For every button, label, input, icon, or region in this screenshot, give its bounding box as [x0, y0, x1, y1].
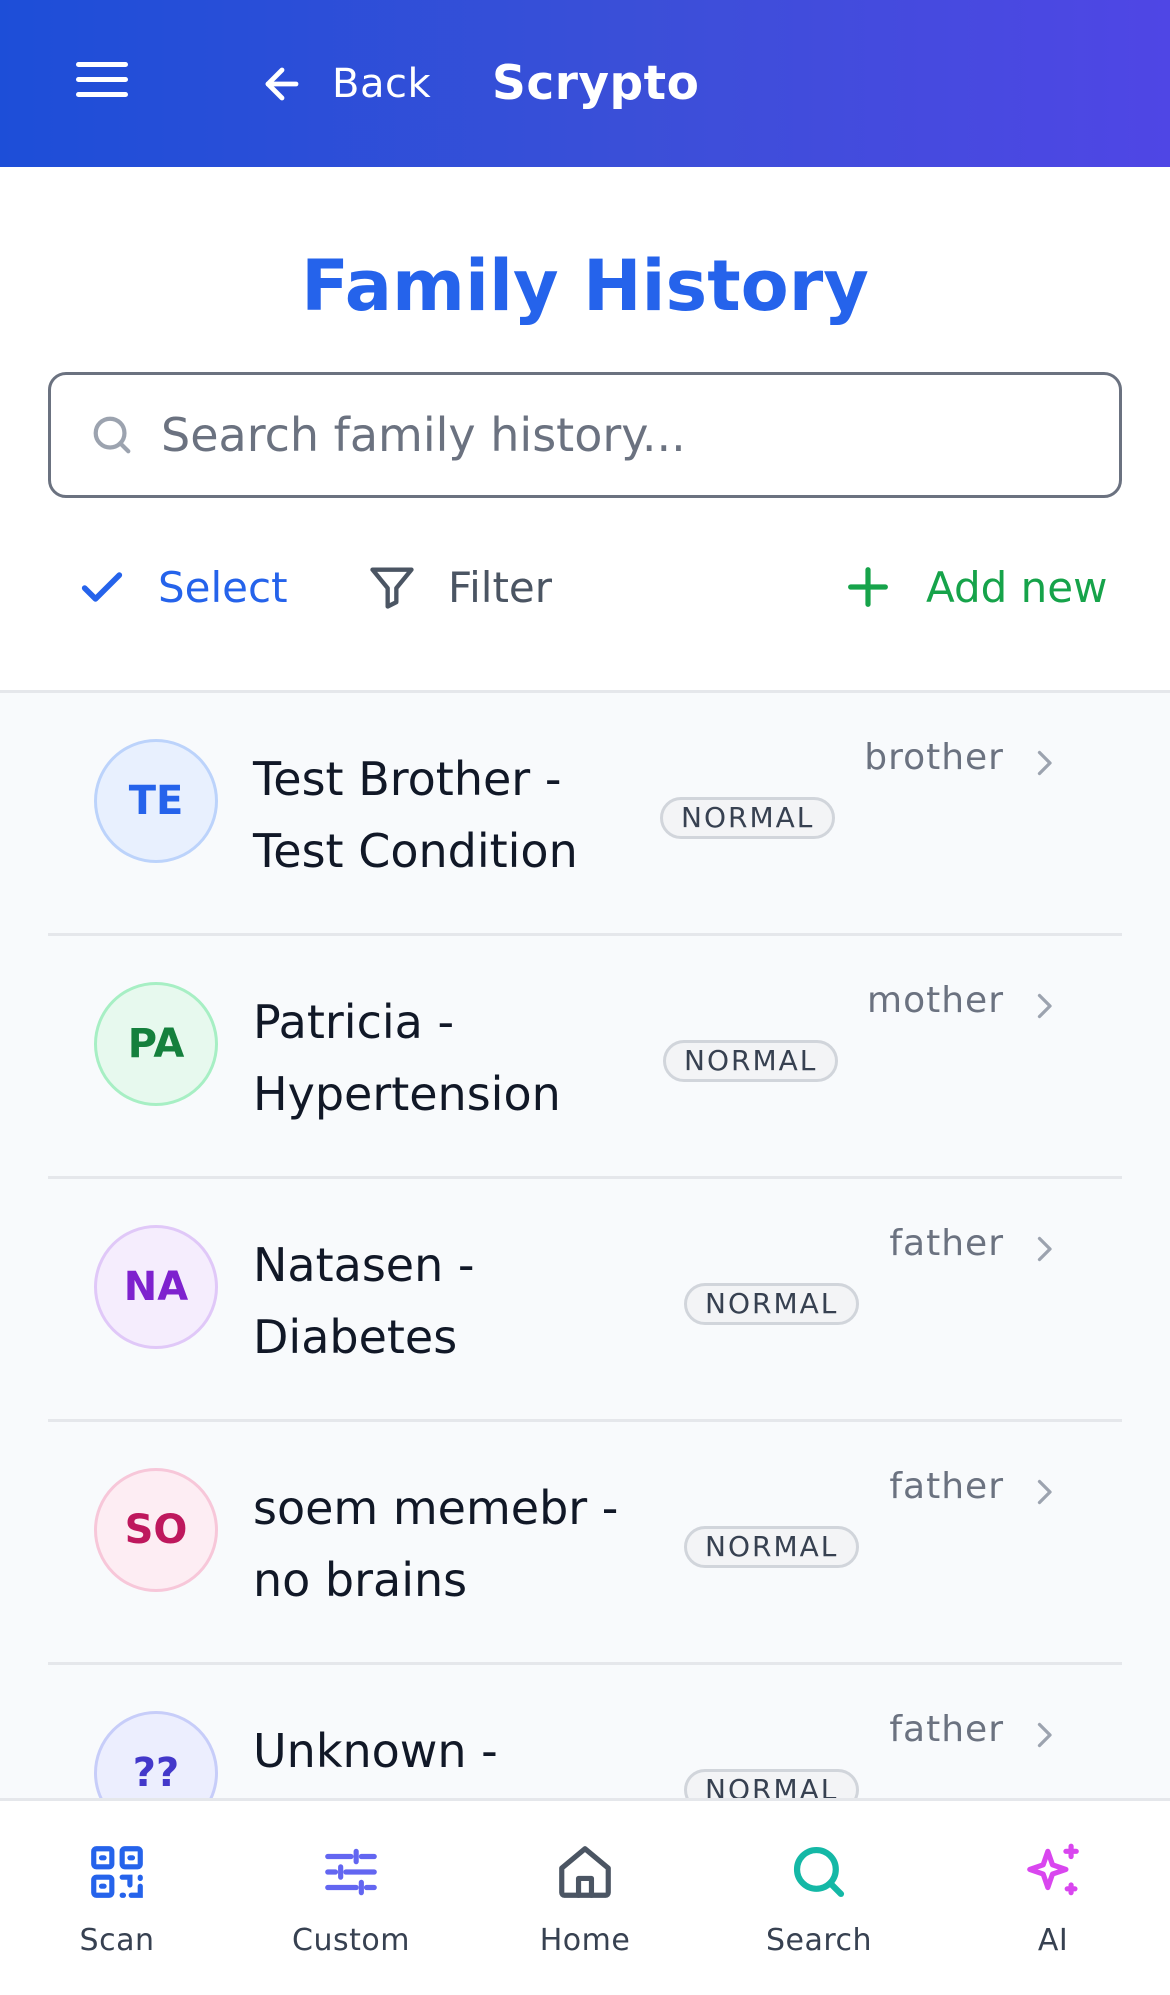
search-input[interactable]: [161, 408, 1061, 462]
nav-custom[interactable]: Custom: [234, 1801, 468, 1995]
select-button[interactable]: Select: [76, 552, 288, 622]
search-icon: [793, 1846, 845, 1898]
nav-label: AI: [1037, 1923, 1069, 1958]
entry-title: Test Brother - Test Condition: [253, 752, 578, 878]
sparkles-icon: [1027, 1843, 1079, 1896]
filter-label: Filter: [448, 562, 553, 612]
list-item[interactable]: TE Test Brother - Test Condition NORMAL …: [48, 693, 1122, 936]
filter-icon: [370, 567, 414, 609]
entry-title: Patricia - Hypertension: [253, 995, 561, 1121]
chevron-right-icon: [1037, 1479, 1052, 1505]
add-new-label: Add new: [926, 562, 1108, 612]
nav-label: Home: [539, 1923, 631, 1958]
nav-search[interactable]: Search: [702, 1801, 936, 1995]
search-field[interactable]: [48, 372, 1122, 498]
chevron-right-icon: [1037, 1236, 1052, 1262]
list-item[interactable]: NA Natasen - Diabetes NORMAL father: [48, 1179, 1122, 1422]
status-badge: NORMAL: [663, 1040, 839, 1082]
chevron-right-icon: [1037, 1722, 1052, 1748]
status-badge: NORMAL: [660, 797, 836, 839]
nav-label: Search: [765, 1923, 873, 1958]
bottom-nav: Scan Custom Home Search AI: [0, 1798, 1170, 1992]
plus-icon: [848, 567, 888, 607]
status-badge: NORMAL: [684, 1526, 860, 1568]
filter-button[interactable]: Filter: [366, 552, 552, 622]
entry-title: Natasen - Diabetes: [253, 1238, 475, 1364]
menu-icon[interactable]: [76, 62, 128, 106]
add-new-button[interactable]: Add new: [842, 552, 1107, 622]
chevron-right-icon: [1037, 750, 1052, 776]
select-label: Select: [158, 562, 288, 612]
relation-label: mother: [867, 980, 1004, 1021]
list-item[interactable]: SO soem memebr - no brains NORMAL father: [48, 1422, 1122, 1665]
nav-label: Scan: [79, 1923, 155, 1958]
avatar: PA: [94, 982, 218, 1106]
nav-scan[interactable]: Scan: [0, 1801, 234, 1995]
relation-label: father: [889, 1223, 1004, 1264]
family-history-list: TE Test Brother - Test Condition NORMAL …: [0, 690, 1170, 1990]
status-badge: NORMAL: [684, 1283, 860, 1325]
back-label: Back: [332, 61, 432, 107]
nav-label: Custom: [292, 1923, 410, 1958]
avatar: NA: [94, 1225, 218, 1349]
page-title: Family History: [301, 245, 869, 327]
entry-title: soem memebr - no brains: [253, 1481, 619, 1607]
check-icon: [81, 572, 123, 602]
list-item[interactable]: PA Patricia - Hypertension NORMAL mother: [48, 936, 1122, 1179]
back-button[interactable]: Back: [258, 52, 431, 116]
avatar: SO: [94, 1468, 218, 1592]
home-icon: [559, 1846, 611, 1898]
arrow-left-icon: [265, 67, 299, 101]
relation-label: brother: [864, 737, 1004, 778]
app-header: Back Scrypto: [0, 0, 1170, 167]
avatar: TE: [94, 739, 218, 863]
qr-scan-icon: [91, 1846, 143, 1898]
nav-ai[interactable]: AI: [936, 1801, 1170, 1995]
relation-label: father: [889, 1466, 1004, 1507]
search-icon: [93, 416, 131, 454]
chevron-right-icon: [1037, 993, 1052, 1019]
nav-home[interactable]: Home: [468, 1801, 702, 1995]
sliders-icon: [325, 1848, 377, 1896]
relation-label: father: [889, 1709, 1004, 1750]
app-title: Scrypto: [492, 56, 700, 111]
